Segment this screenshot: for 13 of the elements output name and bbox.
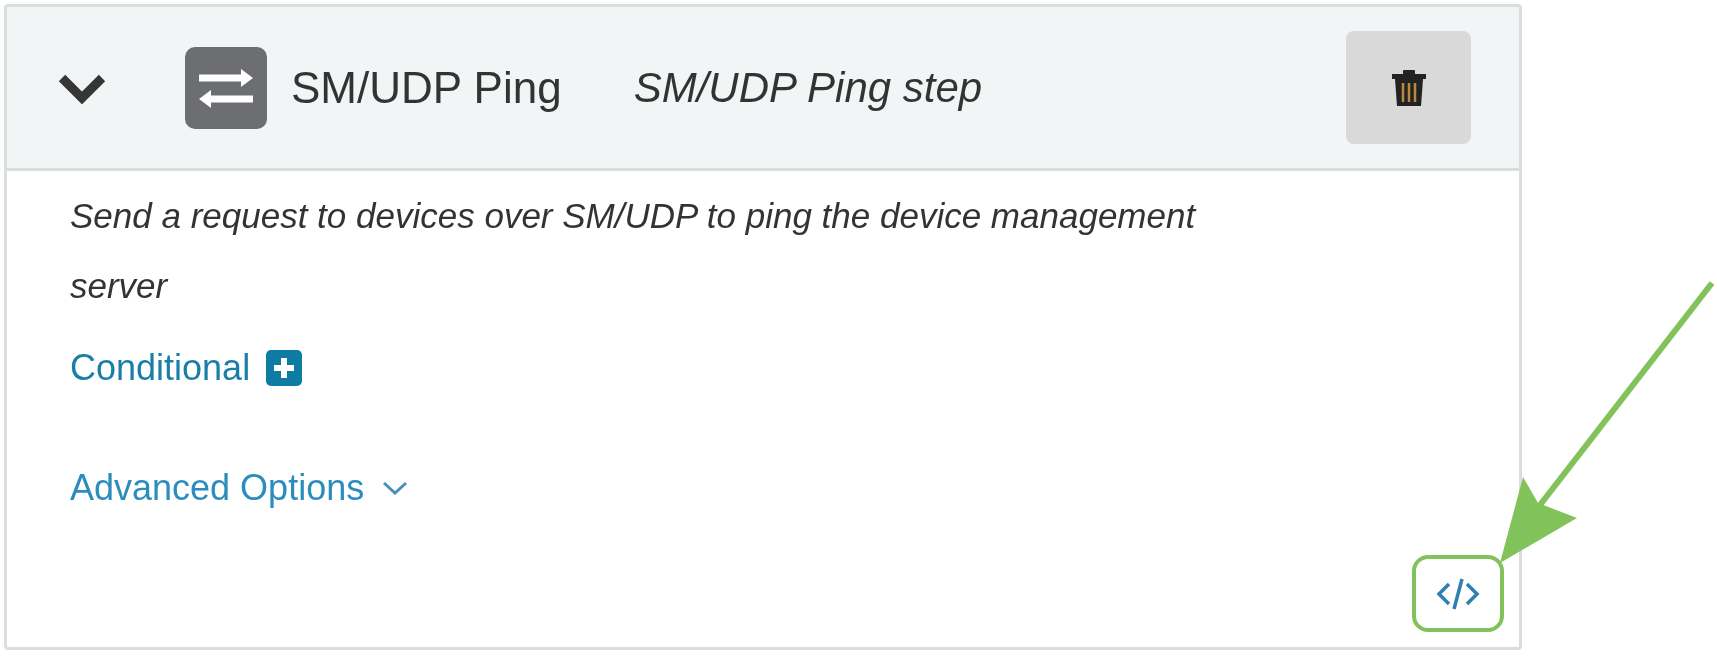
step-title: SM/UDP Ping (291, 62, 562, 113)
step-description: Send a request to devices over SM/UDP to ping the device management server (70, 195, 1198, 307)
code-view-button[interactable] (1412, 555, 1504, 632)
add-conditional-button[interactable] (266, 350, 303, 386)
delete-button[interactable] (1346, 31, 1471, 144)
swap-arrows-icon (185, 46, 267, 129)
trash-icon (1390, 68, 1427, 107)
step-subtitle: SM/UDP Ping step (633, 63, 983, 112)
conditional-link[interactable]: Conditional (70, 343, 251, 393)
advanced-options-toggle[interactable]: Advanced Options (70, 463, 409, 513)
plus-icon (266, 350, 303, 386)
code-icon (1435, 576, 1481, 611)
chevron-down-icon (382, 481, 409, 495)
